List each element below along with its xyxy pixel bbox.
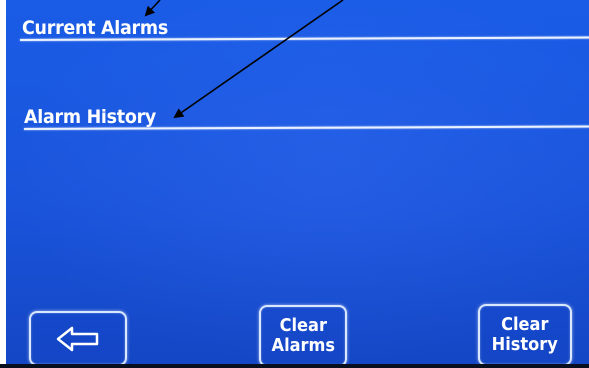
- clear-alarms-button[interactable]: Clear Alarms: [259, 305, 347, 367]
- alarm-history-title: Alarm History: [24, 106, 157, 128]
- clear-history-label: Clear History: [491, 314, 559, 355]
- current-alarms-title: Current Alarms: [22, 17, 168, 39]
- back-button[interactable]: [29, 311, 127, 366]
- clear-alarms-label: Clear Alarms: [271, 315, 335, 356]
- screen-bezel: [0, 364, 589, 368]
- clear-history-button[interactable]: Clear History: [478, 304, 572, 366]
- back-arrow-icon: [56, 326, 100, 352]
